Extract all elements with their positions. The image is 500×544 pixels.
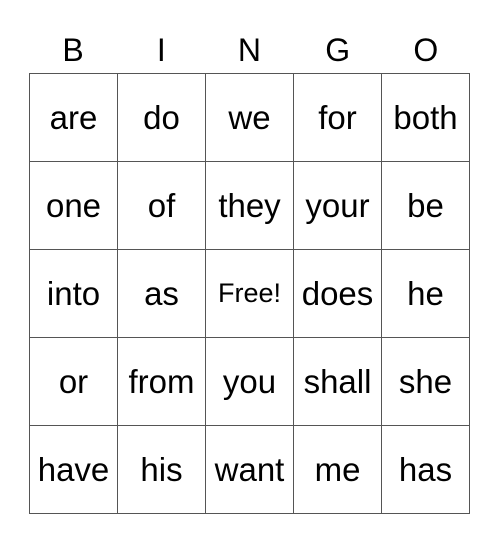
bingo-cell: of: [118, 162, 206, 250]
bingo-cell: for: [294, 74, 382, 162]
header-letter-g: G: [325, 32, 351, 68]
bingo-cell: they: [206, 162, 294, 250]
bingo-cell: she: [382, 338, 470, 426]
bingo-cell: from: [118, 338, 206, 426]
bingo-cell: his: [118, 426, 206, 514]
bingo-cell: shall: [294, 338, 382, 426]
header-letter-i: I: [156, 32, 166, 68]
bingo-cell: he: [382, 250, 470, 338]
free-space-cell: Free!: [206, 250, 294, 338]
bingo-cell: have: [30, 426, 118, 514]
header-letter-o: O: [413, 32, 439, 68]
bingo-cell: or: [30, 338, 118, 426]
bingo-cell: are: [30, 74, 118, 162]
bingo-cell: into: [30, 250, 118, 338]
bingo-cell: be: [382, 162, 470, 250]
bingo-grid: are do we for both one of they your be i…: [29, 73, 470, 514]
header-letter-b: B: [62, 32, 84, 68]
header-letter-n: N: [237, 32, 262, 68]
bingo-cell: your: [294, 162, 382, 250]
bingo-cell: do: [118, 74, 206, 162]
bingo-header: B I N G O: [29, 28, 470, 72]
bingo-cell: we: [206, 74, 294, 162]
bingo-cell: both: [382, 74, 470, 162]
bingo-cell: does: [294, 250, 382, 338]
bingo-cell: as: [118, 250, 206, 338]
bingo-cell: you: [206, 338, 294, 426]
bingo-cell: me: [294, 426, 382, 514]
bingo-cell: want: [206, 426, 294, 514]
bingo-cell: one: [30, 162, 118, 250]
bingo-cell: has: [382, 426, 470, 514]
